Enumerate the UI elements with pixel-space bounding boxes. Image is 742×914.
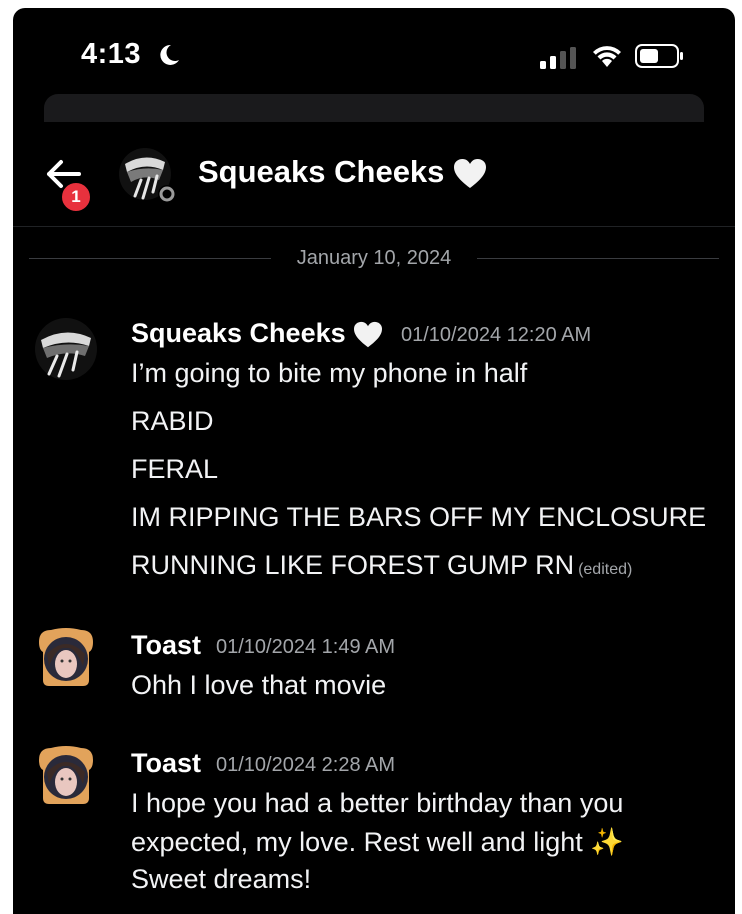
message-text: I’m going to bite my phone in half <box>131 358 528 388</box>
white-heart-icon <box>354 321 383 348</box>
wifi-icon <box>593 46 621 67</box>
edited-label: (edited) <box>578 561 633 578</box>
message-text: IM RIPPING THE BARS OFF MY ENCLOSURE <box>131 502 707 532</box>
battery-icon <box>635 44 683 68</box>
unread-badge: 1 <box>60 181 92 213</box>
chat-header: 1 Squeaks Cheeks <box>13 124 735 227</box>
header-avatar[interactable] <box>117 146 179 208</box>
message-text: Ohh I love that movie <box>131 670 387 700</box>
status-time: 4:13 <box>81 38 142 70</box>
message-timestamp: 01/10/2024 2:28 AM <box>216 754 396 776</box>
author-avatar[interactable] <box>35 318 97 380</box>
message-text: RUNNING LIKE FOREST GUMP RN (edited) <box>131 550 633 580</box>
message-text: I hope you had a better birthday than yo… <box>131 788 624 818</box>
app-screen: 4:13 1 Squeaks Cheeks January 10, 2024 S… <box>13 8 735 914</box>
white-heart-icon <box>454 158 487 188</box>
message-text: expected, my love. Rest well and light ✨ <box>131 827 624 857</box>
author-avatar[interactable] <box>35 626 97 688</box>
top-sheet-handle <box>44 94 704 122</box>
header-title: Squeaks Cheeks <box>198 154 487 190</box>
message-text: Sweet dreams! <box>131 864 312 894</box>
date-divider: January 10, 2024 <box>29 247 719 269</box>
moon-icon <box>160 44 179 65</box>
cellular-signal-icon <box>540 47 576 69</box>
message-timestamp: 01/10/2024 12:20 AM <box>401 324 592 346</box>
message-author[interactable]: Toast <box>131 748 201 779</box>
message-author[interactable]: Toast <box>131 630 201 661</box>
author-avatar[interactable] <box>35 744 97 806</box>
message-text: FERAL <box>131 454 219 484</box>
message-timestamp: 01/10/2024 1:49 AM <box>216 636 396 658</box>
message-author[interactable]: Squeaks Cheeks <box>131 318 383 349</box>
message-text: RABID <box>131 406 214 436</box>
